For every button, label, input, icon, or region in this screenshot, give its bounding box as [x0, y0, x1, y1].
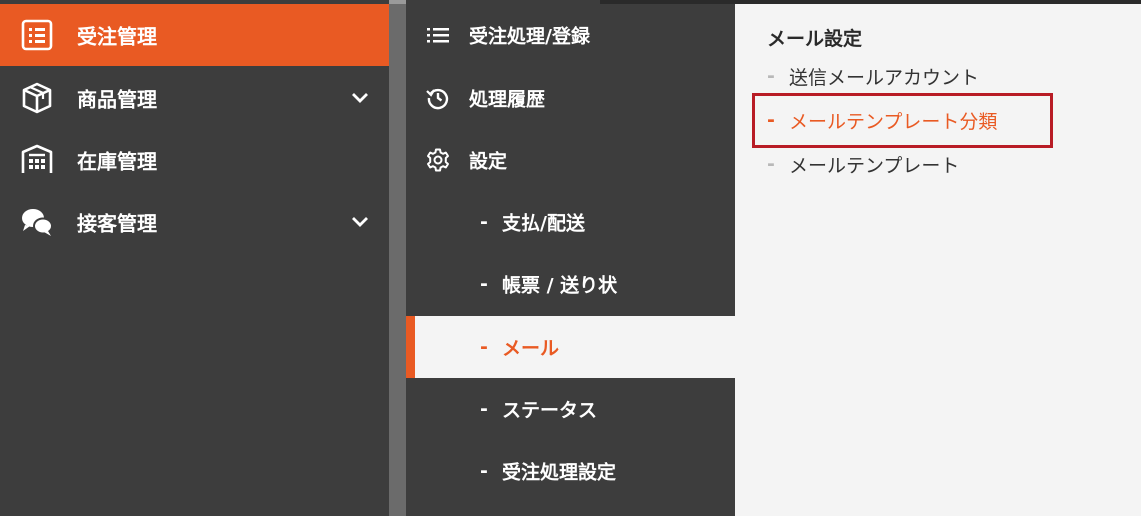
chat-bubbles-icon — [20, 205, 54, 239]
panel-link-send-account[interactable]: - 送信メールアカウント — [767, 62, 979, 90]
bullet-dash: - — [767, 65, 775, 87]
panel-link-label: 送信メールアカウント — [789, 66, 980, 89]
sidebar-item-customer-service[interactable]: 接客管理 — [0, 191, 389, 253]
secondary-sidebar: 受注処理/登録 処理履歴 設定 - 支払/配送 - 帳票 / 送り状 - メール… — [406, 0, 735, 516]
panel-link-template[interactable]: - メールテンプレート — [767, 150, 959, 178]
sub-item-label: 受注処理/登録 — [469, 25, 590, 48]
panel-divider — [389, 0, 406, 516]
bullet-dash: - — [767, 153, 775, 175]
bullet-dash: - — [480, 273, 488, 295]
order-list-icon — [20, 18, 54, 52]
sidebar-item-inventory[interactable]: 在庫管理 — [0, 129, 389, 191]
active-indicator — [406, 316, 415, 378]
mail-settings-panel: メール設定 - 送信メールアカウント - メールテンプレート分類 - メールテン… — [735, 0, 1141, 516]
panel-link-label: メールテンプレート — [789, 154, 960, 177]
sidebar-item-products[interactable]: 商品管理 — [0, 67, 389, 129]
chevron-down-icon[interactable] — [349, 211, 371, 233]
app-root: 受注管理 商品管理 在庫管理 接客管理 受注処理/登録 処理履歴 設定 - 支払… — [0, 0, 1141, 516]
sidebar-item-label: 接客管理 — [77, 211, 157, 236]
highlight-box — [752, 93, 1053, 148]
bullet-dash: - — [480, 460, 488, 482]
bullet-dash: - — [480, 336, 488, 358]
sidebar-item-orders[interactable]: 受注管理 — [0, 4, 389, 66]
sub-item-label: 支払/配送 — [502, 212, 585, 235]
sidebar-item-label: 商品管理 — [77, 87, 157, 112]
sub-item-label: 処理履歴 — [469, 88, 546, 111]
sub-item-order-processing[interactable]: 受注処理/登録 — [406, 4, 735, 66]
list-icon — [426, 23, 450, 47]
sub-item-label: 帳票 / 送り状 — [502, 274, 618, 297]
box-icon — [20, 81, 54, 115]
sub-item-label: ステータス — [502, 399, 598, 422]
sub-item-forms-slips[interactable]: - 帳票 / 送り状 — [406, 253, 735, 315]
sub-item-history[interactable]: 処理履歴 — [406, 67, 735, 129]
sub-item-label: メール — [502, 337, 560, 360]
panel-title: メール設定 — [767, 28, 863, 50]
sub-item-mail[interactable]: - メール — [406, 316, 735, 378]
bullet-dash: - — [480, 211, 488, 233]
top-border-line — [600, 0, 1141, 4]
bullet-dash: - — [480, 398, 488, 420]
gear-icon — [426, 148, 450, 172]
sub-item-label: 受注処理設定 — [502, 461, 617, 484]
sub-item-settings[interactable]: 設定 — [406, 129, 735, 191]
history-icon — [426, 86, 450, 110]
sub-item-payment-shipping[interactable]: - 支払/配送 — [406, 191, 735, 253]
sidebar-item-label: 受注管理 — [77, 24, 157, 49]
main-sidebar: 受注管理 商品管理 在庫管理 接客管理 — [0, 0, 389, 516]
chevron-down-icon[interactable] — [349, 87, 371, 109]
sub-item-status[interactable]: - ステータス — [406, 378, 735, 440]
sidebar-item-label: 在庫管理 — [77, 149, 157, 174]
sub-item-order-processing-settings[interactable]: - 受注処理設定 — [406, 440, 735, 502]
warehouse-icon — [20, 143, 54, 177]
sub-item-label: 設定 — [469, 150, 508, 173]
